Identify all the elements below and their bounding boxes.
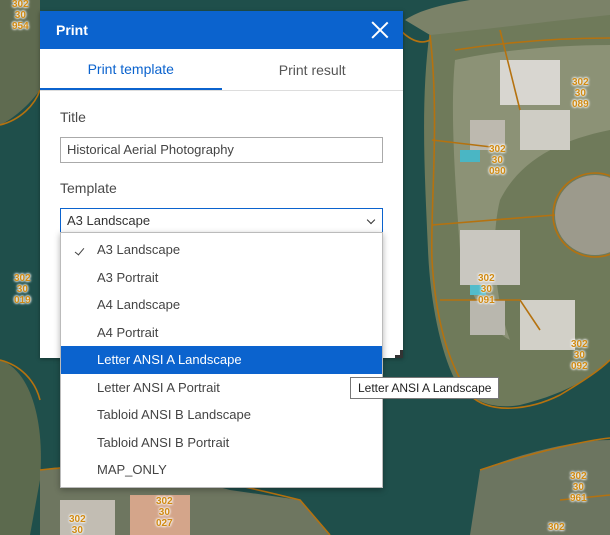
option-label: Letter ANSI A Portrait [97,379,220,395]
parcel-label: 302 30 961 [570,471,587,504]
template-dropdown-list: A3 Landscape A3 Portrait A4 Landscape A4… [60,232,383,488]
option-label: A3 Portrait [97,269,159,285]
option-tabloid-ansi-b-portrait[interactable]: Tabloid ANSI B Portrait [61,429,382,457]
title-label: Title [60,109,86,125]
option-label: A4 Portrait [97,324,159,340]
option-letter-ansi-a-landscape[interactable]: Letter ANSI A Landscape [61,346,382,374]
panel-body: Title Historical Aerial Photography Temp… [40,91,403,234]
option-label: A4 Landscape [97,297,181,313]
option-label: Tabloid ANSI B Landscape [97,407,251,423]
tab-print-result[interactable]: Print result [222,49,404,90]
option-letter-ansi-a-portrait[interactable]: Letter ANSI A Portrait [61,374,382,402]
parcel-label: 302 30 [69,514,86,535]
close-icon[interactable] [371,21,389,39]
parcel-label: 302 30 091 [478,273,495,306]
checkmark-icon [74,245,85,256]
parcel-label: 302 30 092 [571,339,588,372]
parcel-label: 302 [548,522,565,533]
option-map-only[interactable]: MAP_ONLY [61,456,382,484]
parcel-label: 302 30 954 [12,0,29,32]
parcel-label: 302 30 027 [156,496,173,529]
parcel-label: 302 30 090 [489,144,506,177]
tooltip: Letter ANSI A Landscape [350,377,500,399]
option-a4-portrait[interactable]: A4 Portrait [61,319,382,347]
tab-print-template[interactable]: Print template [40,49,222,90]
option-tabloid-ansi-b-landscape[interactable]: Tabloid ANSI B Landscape [61,401,382,429]
option-label: A3 Landscape [97,242,181,258]
panel-title: Print [56,22,88,38]
option-label: Letter ANSI A Landscape [97,352,242,368]
template-select-value: A3 Landscape [67,213,151,228]
chevron-down-icon [366,215,376,225]
title-input[interactable]: Historical Aerial Photography [60,137,383,163]
option-label: MAP_ONLY [97,462,167,478]
panel-header: Print [40,11,403,49]
template-label: Template [60,180,117,196]
resize-handle[interactable] [395,350,403,358]
parcel-label: 302 30 019 [14,273,31,306]
tab-bar: Print template Print result [40,49,403,91]
template-select[interactable]: A3 Landscape [60,208,383,234]
option-label: Tabloid ANSI B Portrait [97,434,230,450]
option-a3-portrait[interactable]: A3 Portrait [61,264,382,292]
parcel-label: 302 30 089 [572,77,589,110]
option-a4-landscape[interactable]: A4 Landscape [61,291,382,319]
option-a3-landscape[interactable]: A3 Landscape [61,236,382,264]
